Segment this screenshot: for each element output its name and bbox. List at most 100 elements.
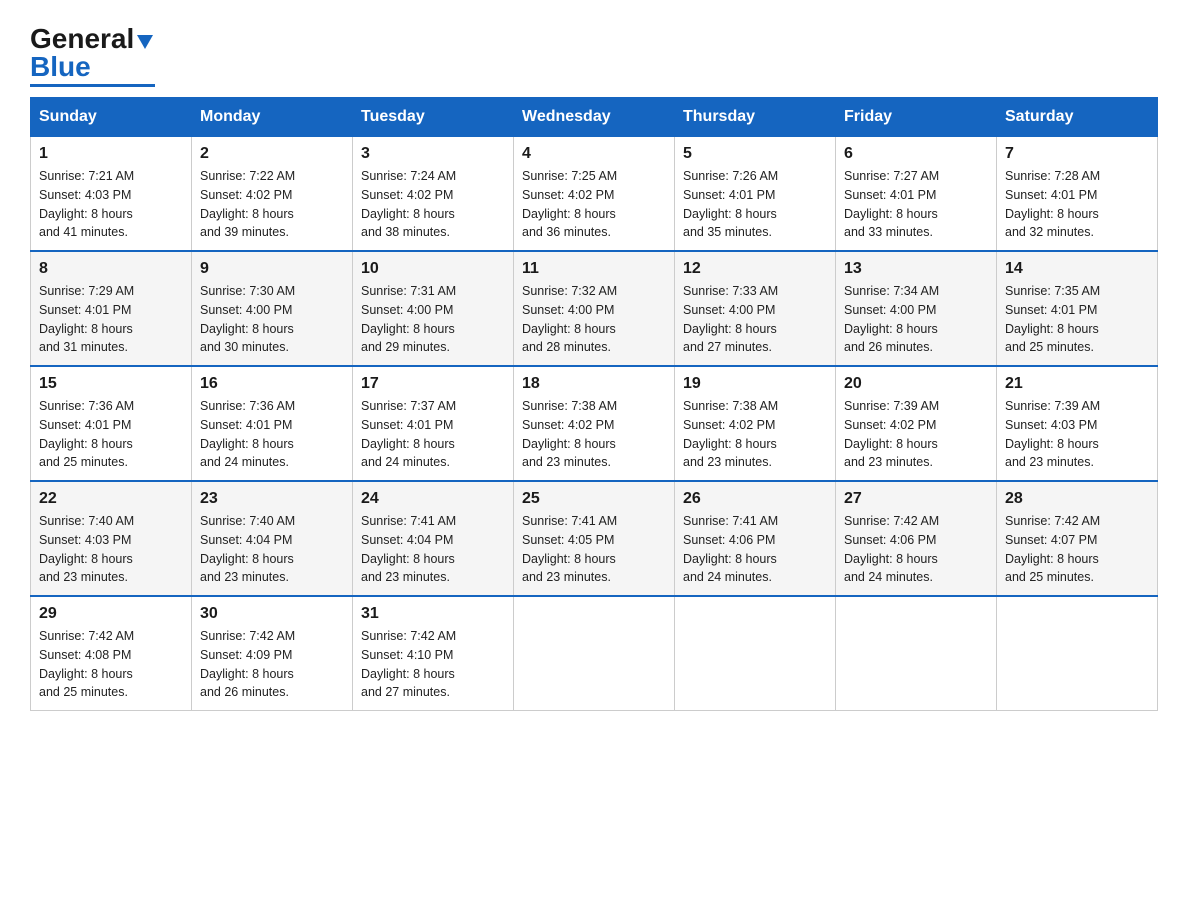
day-number: 30 [200, 605, 344, 623]
day-info: Sunrise: 7:31 AMSunset: 4:00 PMDaylight:… [361, 282, 505, 357]
day-number: 23 [200, 490, 344, 508]
day-number: 10 [361, 260, 505, 278]
calendar-cell: 21 Sunrise: 7:39 AMSunset: 4:03 PMDayligh… [997, 366, 1158, 481]
day-number: 13 [844, 260, 988, 278]
calendar-week-row: 1Sunrise: 7:21 AMSunset: 4:03 PMDaylight… [31, 137, 1158, 252]
calendar-table: SundayMondayTuesdayWednesdayThursdayFrid… [30, 97, 1158, 711]
day-info: Sunrise: 7:41 AMSunset: 4:04 PMDaylight:… [361, 512, 505, 587]
col-header-saturday: Saturday [997, 98, 1158, 137]
calendar-cell: 26Sunrise: 7:41 AMSunset: 4:06 PMDayligh… [675, 481, 836, 596]
day-info: Sunrise: 7:42 AMSunset: 4:07 PMDaylight:… [1005, 512, 1149, 587]
calendar-cell: 20Sunrise: 7:39 AMSunset: 4:02 PMDayligh… [836, 366, 997, 481]
day-info: Sunrise: 7:42 AMSunset: 4:06 PMDaylight:… [844, 512, 988, 587]
day-info: Sunrise: 7:26 AMSunset: 4:01 PMDaylight:… [683, 167, 827, 242]
day-info: Sunrise: 7:39 AMSunset: 4:03 PMDaylight:… [1005, 397, 1149, 472]
day-info: Sunrise: 7:30 AMSunset: 4:00 PMDaylight:… [200, 282, 344, 357]
day-info: Sunrise: 7:42 AMSunset: 4:08 PMDaylight:… [39, 627, 183, 702]
day-number: 3 [361, 145, 505, 163]
day-number: 19 [683, 375, 827, 393]
day-number: 12 [683, 260, 827, 278]
col-header-monday: Monday [192, 98, 353, 137]
day-number: 25 [522, 490, 666, 508]
calendar-cell: 2 Sunrise: 7:22 AMSunset: 4:02 PMDaylight… [192, 137, 353, 252]
day-info: Sunrise: 7:33 AMSunset: 4:00 PMDaylight:… [683, 282, 827, 357]
day-info: Sunrise: 7:22 AMSunset: 4:02 PMDaylight:… [200, 167, 344, 242]
calendar-cell: 17 Sunrise: 7:37 AMSunset: 4:01 PMDayligh… [353, 366, 514, 481]
day-number: 24 [361, 490, 505, 508]
calendar-cell: 10 Sunrise: 7:31 AMSunset: 4:00 PMDayligh… [353, 251, 514, 366]
day-info: Sunrise: 7:37 AMSunset: 4:01 PMDaylight:… [361, 397, 505, 472]
day-number: 8 [39, 260, 183, 278]
calendar-cell: 4 Sunrise: 7:25 AMSunset: 4:02 PMDaylight… [514, 137, 675, 252]
calendar-cell: 12 Sunrise: 7:33 AMSunset: 4:00 PMDayligh… [675, 251, 836, 366]
day-number: 17 [361, 375, 505, 393]
day-number: 22 [39, 490, 183, 508]
day-info: Sunrise: 7:28 AMSunset: 4:01 PMDaylight:… [1005, 167, 1149, 242]
day-info: Sunrise: 7:36 AMSunset: 4:01 PMDaylight:… [200, 397, 344, 472]
calendar-cell [675, 596, 836, 711]
logo-underline [30, 84, 155, 87]
day-number: 28 [1005, 490, 1149, 508]
day-info: Sunrise: 7:38 AMSunset: 4:02 PMDaylight:… [522, 397, 666, 472]
day-info: Sunrise: 7:35 AMSunset: 4:01 PMDaylight:… [1005, 282, 1149, 357]
day-number: 2 [200, 145, 344, 163]
day-number: 11 [522, 260, 666, 278]
calendar-cell: 30 Sunrise: 7:42 AMSunset: 4:09 PMDayligh… [192, 596, 353, 711]
col-header-wednesday: Wednesday [514, 98, 675, 137]
day-number: 5 [683, 145, 827, 163]
calendar-cell: 16 Sunrise: 7:36 AMSunset: 4:01 PMDayligh… [192, 366, 353, 481]
logo-blue-text: Blue [30, 53, 91, 81]
calendar-cell: 7 Sunrise: 7:28 AMSunset: 4:01 PMDaylight… [997, 137, 1158, 252]
calendar-cell [514, 596, 675, 711]
calendar-week-row: 29 Sunrise: 7:42 AMSunset: 4:08 PMDayligh… [31, 596, 1158, 711]
day-info: Sunrise: 7:41 AMSunset: 4:05 PMDaylight:… [522, 512, 666, 587]
day-number: 31 [361, 605, 505, 623]
day-info: Sunrise: 7:21 AMSunset: 4:03 PMDaylight:… [39, 167, 183, 242]
calendar-cell: 11 Sunrise: 7:32 AMSunset: 4:00 PMDayligh… [514, 251, 675, 366]
calendar-cell: 13 Sunrise: 7:34 AMSunset: 4:00 PMDayligh… [836, 251, 997, 366]
calendar-week-row: 22 Sunrise: 7:40 AMSunset: 4:03 PMDayligh… [31, 481, 1158, 596]
col-header-tuesday: Tuesday [353, 98, 514, 137]
day-info: Sunrise: 7:40 AMSunset: 4:03 PMDaylight:… [39, 512, 183, 587]
day-number: 16 [200, 375, 344, 393]
day-number: 26 [683, 490, 827, 508]
day-number: 15 [39, 375, 183, 393]
calendar-week-row: 8 Sunrise: 7:29 AMSunset: 4:01 PMDaylight… [31, 251, 1158, 366]
day-number: 7 [1005, 145, 1149, 163]
col-header-sunday: Sunday [31, 98, 192, 137]
day-info: Sunrise: 7:42 AMSunset: 4:10 PMDaylight:… [361, 627, 505, 702]
calendar-cell: 29 Sunrise: 7:42 AMSunset: 4:08 PMDayligh… [31, 596, 192, 711]
calendar-cell: 28 Sunrise: 7:42 AMSunset: 4:07 PMDayligh… [997, 481, 1158, 596]
day-number: 18 [522, 375, 666, 393]
day-number: 21 [1005, 375, 1149, 393]
calendar-cell: 25 Sunrise: 7:41 AMSunset: 4:05 PMDayligh… [514, 481, 675, 596]
calendar-cell: 14 Sunrise: 7:35 AMSunset: 4:01 PMDayligh… [997, 251, 1158, 366]
day-info: Sunrise: 7:32 AMSunset: 4:00 PMDaylight:… [522, 282, 666, 357]
calendar-week-row: 15 Sunrise: 7:36 AMSunset: 4:01 PMDayligh… [31, 366, 1158, 481]
day-info: Sunrise: 7:42 AMSunset: 4:09 PMDaylight:… [200, 627, 344, 702]
day-info: Sunrise: 7:38 AMSunset: 4:02 PMDaylight:… [683, 397, 827, 472]
day-number: 9 [200, 260, 344, 278]
logo-triangle-icon [137, 35, 153, 49]
day-info: Sunrise: 7:34 AMSunset: 4:00 PMDaylight:… [844, 282, 988, 357]
day-number: 14 [1005, 260, 1149, 278]
calendar-cell: 23 Sunrise: 7:40 AMSunset: 4:04 PMDayligh… [192, 481, 353, 596]
calendar-cell: 31 Sunrise: 7:42 AMSunset: 4:10 PMDayligh… [353, 596, 514, 711]
day-info: Sunrise: 7:39 AMSunset: 4:02 PMDaylight:… [844, 397, 988, 472]
calendar-cell: 9 Sunrise: 7:30 AMSunset: 4:00 PMDaylight… [192, 251, 353, 366]
day-info: Sunrise: 7:29 AMSunset: 4:01 PMDaylight:… [39, 282, 183, 357]
day-info: Sunrise: 7:40 AMSunset: 4:04 PMDaylight:… [200, 512, 344, 587]
header: General Blue [30, 20, 1158, 87]
day-number: 29 [39, 605, 183, 623]
day-info: Sunrise: 7:25 AMSunset: 4:02 PMDaylight:… [522, 167, 666, 242]
calendar-cell: 19 Sunrise: 7:38 AMSunset: 4:02 PMDayligh… [675, 366, 836, 481]
calendar-cell: 6Sunrise: 7:27 AMSunset: 4:01 PMDaylight… [836, 137, 997, 252]
calendar-cell: 24 Sunrise: 7:41 AMSunset: 4:04 PMDayligh… [353, 481, 514, 596]
day-info: Sunrise: 7:36 AMSunset: 4:01 PMDaylight:… [39, 397, 183, 472]
day-number: 4 [522, 145, 666, 163]
col-header-thursday: Thursday [675, 98, 836, 137]
calendar-cell: 5 Sunrise: 7:26 AMSunset: 4:01 PMDaylight… [675, 137, 836, 252]
logo: General Blue [30, 20, 155, 87]
calendar-cell: 1Sunrise: 7:21 AMSunset: 4:03 PMDaylight… [31, 137, 192, 252]
day-info: Sunrise: 7:24 AMSunset: 4:02 PMDaylight:… [361, 167, 505, 242]
